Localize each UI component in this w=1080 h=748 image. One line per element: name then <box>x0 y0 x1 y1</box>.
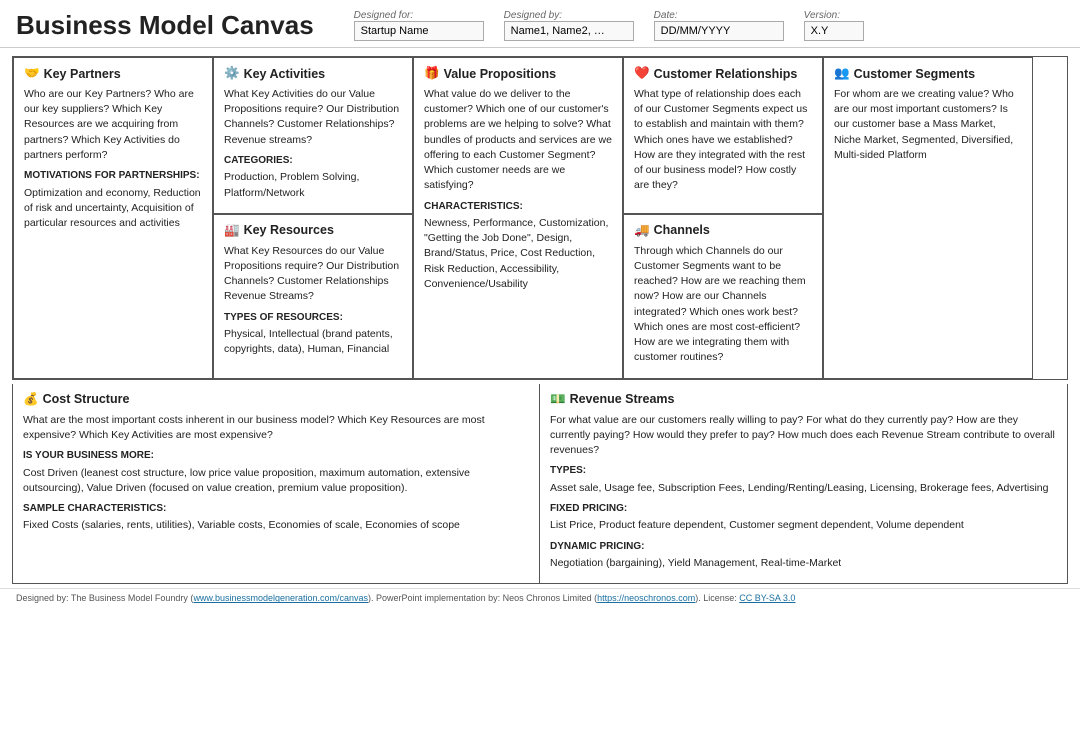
key-partners-cell: 🤝 Key Partners Who are our Key Partners?… <box>13 57 213 379</box>
header-fields: Designed for: Designed by: Date: Version… <box>354 10 1064 41</box>
designed-by-label: Designed by: <box>504 10 634 21</box>
value-propositions-title: 🎁 Value Propositions <box>424 66 612 81</box>
key-activities-cell: ⚙️ Key Activities What Key Activities do… <box>213 57 413 214</box>
header: Business Model Canvas Designed for: Desi… <box>0 0 1080 48</box>
channels-icon: 🚚 <box>634 223 650 238</box>
footer: Designed by: The Business Model Foundry … <box>0 588 1080 607</box>
value-propositions-icon: 🎁 <box>424 66 440 81</box>
cost-structure-title: 💰 Cost Structure <box>23 392 529 407</box>
page-title: Business Model Canvas <box>16 10 314 41</box>
date-field: Date: <box>654 10 784 41</box>
customer-segments-icon: 👥 <box>834 66 850 81</box>
cost-structure-icon: 💰 <box>23 392 39 407</box>
channels-title: 🚚 Channels <box>634 223 812 238</box>
footer-link3[interactable]: CC BY-SA 3.0 <box>739 593 795 603</box>
designed-for-label: Designed for: <box>354 10 484 21</box>
key-activities-title: ⚙️ Key Activities <box>224 66 402 81</box>
footer-link1[interactable]: www.businessmodelgeneration.com/canvas <box>193 593 368 603</box>
key-partners-icon: 🤝 <box>24 66 40 81</box>
designed-for-field: Designed for: <box>354 10 484 41</box>
revenue-streams-body: For what value are our customers really … <box>550 413 1057 572</box>
revenue-streams-title: 💵 Revenue Streams <box>550 392 1057 407</box>
key-resources-title: 🏭 Key Resources <box>224 223 402 238</box>
customer-segments-title: 👥 Customer Segments <box>834 66 1022 81</box>
key-partners-body: Who are our Key Partners? Who are our ke… <box>24 87 202 231</box>
key-resources-icon: 🏭 <box>224 223 240 238</box>
value-propositions-cell: 🎁 Value Propositions What value do we de… <box>413 57 623 379</box>
customer-relationships-icon: ❤️ <box>634 66 650 81</box>
footer-link2[interactable]: https://neoschronos.com <box>597 593 695 603</box>
footer-text-prefix: Designed by: The Business Model Foundry … <box>16 593 193 603</box>
version-label: Version: <box>804 10 864 21</box>
channels-body: Through which Channels do our Customer S… <box>634 244 812 366</box>
customer-relationships-cell: ❤️ Customer Relationships What type of r… <box>623 57 823 214</box>
footer-text-mid: ). PowerPoint implementation by: Neos Ch… <box>368 593 597 603</box>
designed-for-input[interactable] <box>354 21 484 41</box>
value-propositions-body: What value do we deliver to the customer… <box>424 87 612 292</box>
bottom-grid: 💰 Cost Structure What are the most impor… <box>12 384 1068 585</box>
cost-structure-body: What are the most important costs inhere… <box>23 413 529 534</box>
key-activities-body: What Key Activities do our Value Proposi… <box>224 87 402 201</box>
customer-relationships-title: ❤️ Customer Relationships <box>634 66 812 81</box>
revenue-streams-cell: 💵 Revenue Streams For what value are our… <box>540 384 1067 584</box>
customer-segments-cell: 👥 Customer Segments For whom are we crea… <box>823 57 1033 379</box>
revenue-streams-icon: 💵 <box>550 392 566 407</box>
version-field: Version: <box>804 10 864 41</box>
designed-by-input[interactable] <box>504 21 634 41</box>
canvas-grid: 🤝 Key Partners Who are our Key Partners?… <box>12 56 1068 380</box>
channels-cell: 🚚 Channels Through which Channels do our… <box>623 214 823 379</box>
version-input[interactable] <box>804 21 864 41</box>
key-partners-title: 🤝 Key Partners <box>24 66 202 81</box>
designed-by-field: Designed by: <box>504 10 634 41</box>
customer-segments-body: For whom are we creating value? Who are … <box>834 87 1022 163</box>
key-resources-cell: 🏭 Key Resources What Key Resources do ou… <box>213 214 413 379</box>
customer-relationships-body: What type of relationship does each of o… <box>634 87 812 194</box>
cost-structure-cell: 💰 Cost Structure What are the most impor… <box>13 384 540 584</box>
key-activities-icon: ⚙️ <box>224 66 240 81</box>
date-input[interactable] <box>654 21 784 41</box>
key-resources-body: What Key Resources do our Value Proposit… <box>224 244 402 358</box>
footer-text-suffix: ). License: <box>695 593 739 603</box>
date-label: Date: <box>654 10 784 21</box>
